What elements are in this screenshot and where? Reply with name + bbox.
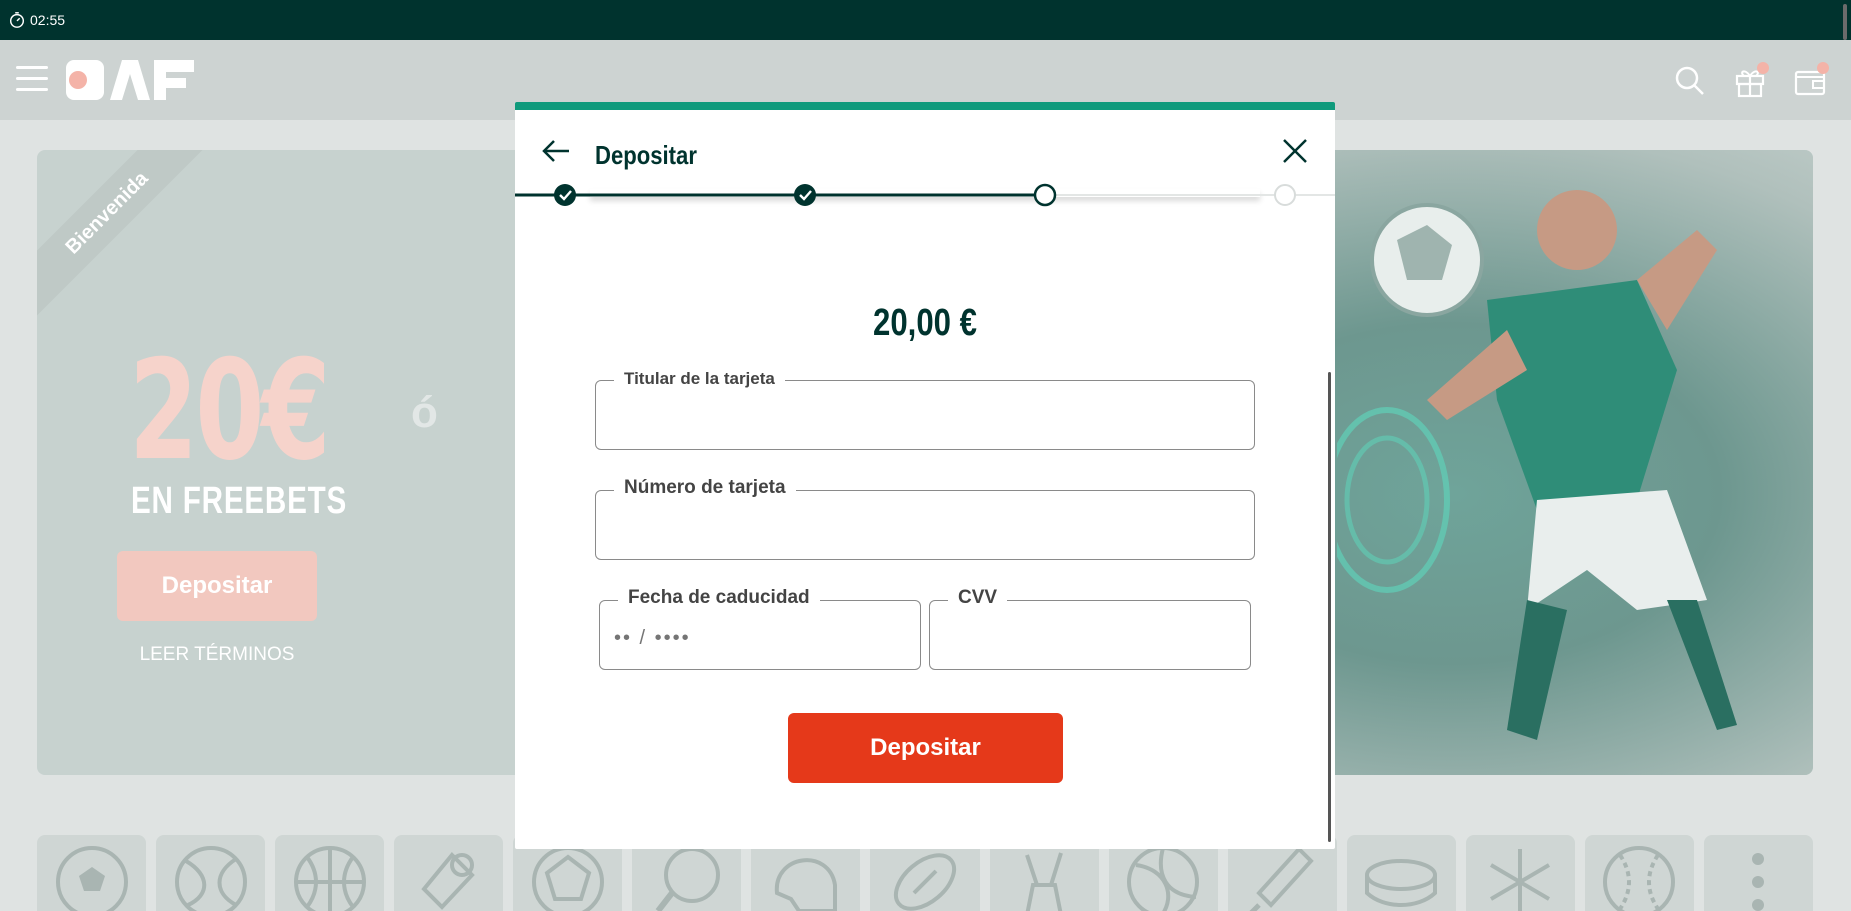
tennis-icon (174, 846, 247, 911)
modal-scrollbar[interactable] (1328, 372, 1331, 842)
deposit-submit-button[interactable]: Depositar (788, 713, 1063, 783)
bonus-subtitle: EN FREEBETS (131, 480, 348, 522)
cricket-icon (1249, 846, 1314, 911)
welcome-ribbon: Bienvenida (37, 150, 216, 322)
deposit-amount: 20,00 € (873, 302, 977, 344)
sport-tile-esports[interactable] (394, 835, 504, 911)
card-holder-field[interactable]: Titular de la tarjeta (595, 369, 1255, 450)
sport-tile-more[interactable] (1703, 835, 1813, 911)
basketball-icon (293, 846, 366, 911)
sport-tile-tennis[interactable] (156, 835, 266, 911)
step-4-pending (1274, 184, 1296, 206)
more-icon (1752, 853, 1765, 911)
stopwatch-icon (9, 12, 25, 28)
expiry-date-field[interactable]: Fecha de caducidad (599, 587, 921, 670)
notification-dot (1757, 62, 1769, 74)
cvv-label: CVV (948, 587, 1008, 609)
notification-dot (1817, 62, 1829, 74)
card-number-input[interactable] (610, 511, 1240, 545)
page-scrollbar[interactable] (1843, 4, 1847, 40)
system-status-bar: 02:55 (0, 0, 1851, 40)
cvv-field[interactable]: CVV (929, 587, 1251, 670)
cvv-input[interactable] (944, 621, 1236, 655)
paf-logo[interactable] (66, 58, 196, 102)
winter-sports-icon (1490, 849, 1551, 911)
golf-icon (1025, 852, 1063, 911)
bonus-amount: 20€ (129, 330, 331, 491)
search-icon[interactable] (1673, 64, 1707, 98)
rugby-icon (893, 853, 957, 911)
hamburger-menu-icon[interactable] (16, 66, 48, 94)
step-2-complete (794, 184, 816, 206)
banner-deposit-button[interactable]: Depositar (117, 551, 317, 621)
modal-title: Depositar (595, 140, 697, 170)
card-number-label: Número de tarjeta (614, 477, 796, 499)
deposit-stepper (515, 183, 1335, 207)
baseball-icon (1603, 846, 1676, 911)
close-icon[interactable] (1280, 136, 1310, 166)
football-player-illustration (1337, 190, 1737, 740)
football-icon (55, 846, 128, 911)
expiry-date-input[interactable] (614, 621, 906, 655)
sport-tile-football[interactable] (37, 835, 147, 911)
volleyball-icon (1127, 846, 1200, 911)
expiry-date-label: Fecha de caducidad (618, 587, 820, 609)
sport-tile-basketball[interactable] (275, 835, 385, 911)
esports-icon (421, 852, 475, 910)
step-1-complete (554, 184, 576, 206)
wallet-icon[interactable] (1793, 62, 1829, 98)
card-holder-label: Titular de la tarjeta (614, 369, 785, 389)
card-holder-input[interactable] (610, 401, 1240, 435)
step-3-current (1033, 183, 1057, 207)
card-number-field[interactable]: Número de tarjeta (595, 477, 1255, 560)
or-separator: ó (411, 388, 438, 437)
clock-time: 02:55 (30, 12, 66, 28)
read-terms-link[interactable]: LEER TÉRMINOS (117, 644, 317, 666)
sport-tile-winter-sports[interactable] (1465, 835, 1575, 911)
american-football-helmet-icon (774, 858, 837, 911)
sport-tile-baseball[interactable] (1584, 835, 1694, 911)
ice-hockey-icon (1365, 859, 1438, 907)
deposit-modal: Depositar 20,00 € Titular de la tarjeta … (515, 102, 1335, 849)
back-arrow-icon[interactable] (541, 136, 571, 166)
handball-icon (531, 846, 604, 911)
sport-tile-ice-hockey[interactable] (1346, 835, 1456, 911)
gift-icon[interactable] (1733, 62, 1769, 98)
table-tennis-icon (655, 847, 720, 911)
